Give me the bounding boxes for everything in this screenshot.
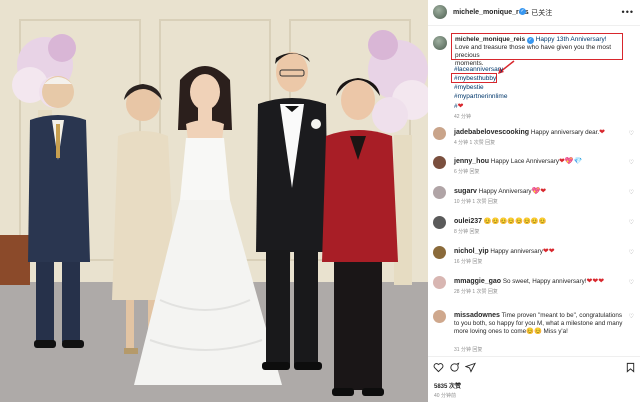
caption-timestamp: 42 分钟	[454, 114, 471, 120]
comment-meta[interactable]: 16 分钟 回复	[454, 258, 482, 265]
caption-author-avatar[interactable]	[433, 36, 447, 50]
bookmark-icon[interactable]	[625, 362, 636, 373]
likes-count[interactable]: 5835 次赞	[434, 381, 461, 390]
commenter-avatar[interactable]	[433, 246, 446, 259]
post-footer: 5835 次赞 40 分钟前	[428, 356, 640, 402]
comment-emoji: 😊😊😊😊😊😊😊😊	[483, 218, 547, 225]
comment-body: Happy Lace Anniversary	[490, 158, 560, 165]
comment-like-icon[interactable]: ♡	[629, 219, 634, 226]
comment-like-icon[interactable]: ♡	[629, 313, 634, 320]
comment-body: Happy anniversary	[490, 248, 543, 255]
comment-meta[interactable]: 6 分钟 回复	[454, 168, 480, 175]
commenter-username[interactable]: oulei237	[454, 218, 482, 225]
comment-body: Happy Anniversary	[478, 188, 532, 195]
caption-text: Happy 13th Anniversary!	[535, 36, 607, 43]
comment-emoji: ❤💖💎	[559, 158, 583, 165]
comment-like-icon[interactable]: ♡	[629, 189, 634, 196]
comment-emoji: ❤❤	[542, 248, 555, 255]
caption-verified-badge-icon: ✓	[526, 37, 534, 44]
author-avatar[interactable]	[433, 5, 447, 19]
commenter-avatar[interactable]	[433, 310, 446, 323]
comment-like-icon[interactable]: ♡	[629, 279, 634, 286]
commenter-username[interactable]: jenny_hou	[454, 158, 489, 165]
post-side-panel: michele_monique_reis ✓ · 已关注 ••• michele…	[428, 0, 640, 402]
comment-item: missadownes Time proven "meant to be", c…	[428, 310, 640, 354]
share-icon[interactable]	[465, 362, 476, 373]
comment-text: sugarv Happy Anniversary💖❤	[454, 188, 624, 196]
comment-item: oulei237 😊😊😊😊😊😊😊😊 8 分钟 回复 ♡	[428, 216, 640, 244]
comment-meta[interactable]: 4 分钟 1 次赞 回复	[454, 139, 495, 146]
caption-username[interactable]: michele_monique_reis	[455, 36, 525, 43]
comment-item: mmaggie_gao So sweet, Happy anniversary!…	[428, 276, 640, 304]
hashtag-link[interactable]: #mybestie	[454, 84, 484, 91]
post-header: michele_monique_reis ✓ · 已关注 •••	[428, 0, 640, 26]
post-photo[interactable]	[0, 0, 428, 402]
commenter-username[interactable]: jadebabelovescooking	[454, 129, 529, 136]
comment-item: nichol_yip Happy anniversary❤❤ 16 分钟 回复 …	[428, 246, 640, 274]
comment-like-icon[interactable]: ♡	[629, 249, 634, 256]
comment-text: mmaggie_gao So sweet, Happy anniversary!…	[454, 278, 624, 286]
comment-meta[interactable]: 31 分钟 回复	[454, 346, 482, 353]
caption-line-1: michele_monique_reis ✓ Happy 13th Annive…	[455, 36, 619, 44]
comment-emoji: ❤	[599, 129, 605, 136]
comment-emoji: 😊😊	[526, 328, 542, 335]
commenter-avatar[interactable]	[433, 276, 446, 289]
comment-meta[interactable]: 10 分钟 1 次赞 回复	[454, 198, 498, 205]
comment-text: missadownes Time proven "meant to be", c…	[454, 312, 624, 336]
commenter-avatar[interactable]	[433, 216, 446, 229]
hashtag-link[interactable]: #mybesthubby	[454, 75, 496, 82]
comment-like-icon[interactable]: ♡	[629, 130, 634, 137]
comment-body: So sweet, Happy anniversary!	[502, 278, 587, 285]
comment-text: jenny_hou Happy Lace Anniversary❤💖💎	[454, 158, 624, 166]
heart-icon[interactable]	[433, 362, 444, 373]
comment-text: jadebabelovescooking Happy anniversary d…	[454, 129, 624, 137]
commenter-avatar[interactable]	[433, 156, 446, 169]
comment-meta[interactable]: 8 分钟 回复	[454, 228, 480, 235]
comment-icon[interactable]	[449, 362, 460, 373]
follow-status[interactable]: · 已关注	[527, 8, 552, 18]
post-date: 40 分钟前	[434, 393, 456, 399]
comment-item: jenny_hou Happy Lace Anniversary❤💖💎 6 分钟…	[428, 156, 640, 184]
comment-item: jadebabelovescooking Happy anniversary d…	[428, 127, 640, 155]
caption-highlight-box: michele_monique_reis ✓ Happy 13th Annive…	[451, 33, 623, 67]
comment-body-extra: Miss y'a!	[541, 328, 568, 335]
hashtag-link[interactable]: #laceanniversary	[454, 66, 503, 73]
hashtag-link[interactable]: #mypartnerinnlime	[454, 93, 507, 100]
wedding-photo-illustration	[0, 0, 428, 402]
commenter-username[interactable]: sugarv	[454, 188, 477, 195]
author-username[interactable]: michele_monique_reis	[453, 9, 528, 16]
commenter-avatar[interactable]	[433, 186, 446, 199]
heart-emoji-icon: ❤	[457, 103, 464, 110]
comment-emoji: ❤❤❤	[586, 278, 605, 285]
commenter-username[interactable]: mmaggie_gao	[454, 278, 501, 285]
commenter-username[interactable]: nichol_yip	[454, 248, 489, 255]
caption-line-2: Love and treasure those who have given y…	[455, 44, 612, 59]
comment-text: nichol_yip Happy anniversary❤❤	[454, 248, 624, 256]
comment-text: oulei237 😊😊😊😊😊😊😊😊	[454, 218, 624, 226]
hashtag-link[interactable]: #❤	[454, 102, 464, 110]
comment-like-icon[interactable]: ♡	[629, 159, 634, 166]
comment-item: sugarv Happy Anniversary💖❤ 10 分钟 1 次赞 回复…	[428, 186, 640, 214]
comment-emoji: 💖❤	[531, 188, 547, 195]
commenter-avatar[interactable]	[433, 127, 446, 140]
commenter-username[interactable]: missadownes	[454, 312, 500, 319]
verified-badge-icon: ✓	[519, 8, 526, 15]
more-options-icon[interactable]: •••	[622, 7, 634, 17]
comment-meta[interactable]: 28 分钟 1 次赞 回复	[454, 288, 498, 295]
comment-body: Happy anniversary dear.	[530, 129, 600, 136]
